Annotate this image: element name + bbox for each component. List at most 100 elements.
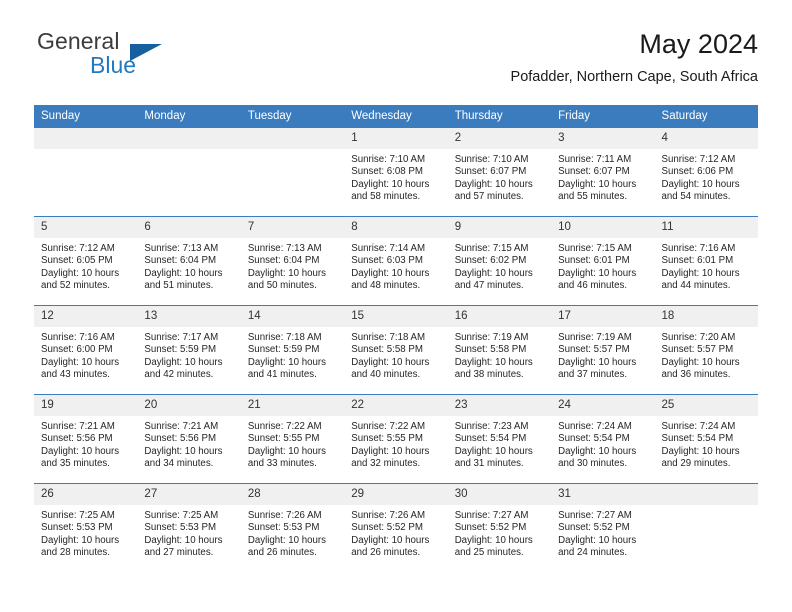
sunset-text: Sunset: 5:52 PM: [351, 522, 423, 534]
sunrise-text: Sunrise: 7:14 AM: [351, 243, 426, 254]
day-number: 25: [654, 395, 758, 416]
sunset-text: Sunset: 6:04 PM: [144, 255, 217, 267]
calendar-day-cell[interactable]: 24 Sunrise: 7:24 AM Sunset: 5:54 PM Dayligh…: [551, 394, 655, 484]
sunset-text: Sunset: 6:01 PM: [661, 255, 734, 267]
calendar-day-cell[interactable]: 16 Sunrise: 7:19 AM Sunset: 5:58 PM Dayligh…: [447, 305, 552, 395]
calendar-day-cell[interactable]: 30 Sunrise: 7:27 AM Sunset: 5:52 PM Dayligh…: [447, 483, 552, 572]
weekday-header-row: Sunday Monday Tuesday Wednesday Thursday…: [34, 105, 758, 128]
calendar-day-cell[interactable]: 5 Sunrise: 7:12 AM Sunset: 6:05 PM Daylight…: [34, 216, 138, 306]
sunrise-text: Sunrise: 7:24 AM: [558, 421, 632, 432]
day-details: Sunrise: 7:24 AM Sunset: 5:54 PM Daylight:…: [551, 416, 654, 471]
weekday-header-wednesday: Wednesday: [344, 105, 448, 128]
sunset-text: Sunset: 5:53 PM: [41, 522, 113, 534]
calendar-day-cell[interactable]: 12 Sunrise: 7:16 AM Sunset: 6:00 PM Dayligh…: [34, 305, 138, 395]
calendar-day-cell[interactable]: 26 Sunrise: 7:25 AM Sunset: 5:53 PM Dayligh…: [34, 483, 138, 572]
sunrise-text: Sunrise: 7:20 AM: [661, 332, 736, 343]
sunset-text: Sunset: 5:57 PM: [661, 344, 734, 356]
daylight-text-line1: Daylight: 10 hours: [558, 356, 637, 368]
calendar-day-cell[interactable]: 17 Sunrise: 7:19 AM Sunset: 5:57 PM Dayligh…: [551, 305, 655, 395]
sunset-text: Sunset: 5:56 PM: [41, 433, 113, 445]
day-details: Sunrise: 7:23 AM Sunset: 5:54 PM Daylight:…: [448, 416, 551, 471]
day-details: Sunrise: 7:22 AM Sunset: 5:55 PM Daylight:…: [344, 416, 447, 471]
sunset-text: Sunset: 6:01 PM: [558, 255, 630, 267]
weekday-header-tuesday: Tuesday: [240, 105, 345, 128]
sunrise-text: Sunrise: 7:12 AM: [41, 243, 115, 254]
sunset-text: Sunset: 5:59 PM: [144, 344, 217, 356]
calendar-day-cell[interactable]: 28 Sunrise: 7:26 AM Sunset: 5:53 PM Dayligh…: [240, 483, 345, 572]
sunrise-text: Sunrise: 7:25 AM: [144, 510, 219, 521]
calendar-day-cell-empty: [240, 127, 345, 217]
daylight-text-line1: Daylight: 10 hours: [454, 445, 533, 457]
calendar-day-cell[interactable]: 3 Sunrise: 7:11 AM Sunset: 6:07 PM Daylight…: [551, 127, 655, 217]
calendar-day-cell[interactable]: 10 Sunrise: 7:15 AM Sunset: 6:01 PM Dayligh…: [551, 216, 655, 306]
calendar-day-cell[interactable]: 18 Sunrise: 7:20 AM Sunset: 5:57 PM Dayligh…: [654, 305, 758, 395]
page-header: General Blue May 2024 Pofadder, Northern…: [34, 28, 758, 98]
calendar-week-row: 19 Sunrise: 7:21 AM Sunset: 5:56 PM Dayligh…: [34, 394, 758, 484]
calendar-day-cell[interactable]: 7 Sunrise: 7:13 AM Sunset: 6:04 PM Daylight…: [240, 216, 345, 306]
calendar-day-cell[interactable]: 11 Sunrise: 7:16 AM Sunset: 6:01 PM Dayligh…: [654, 216, 758, 306]
sunrise-text: Sunrise: 7:23 AM: [454, 421, 529, 432]
sunrise-text: Sunrise: 7:15 AM: [454, 243, 529, 254]
daylight-text-line2: and 52 minutes.: [41, 280, 110, 292]
sunrise-text: Sunrise: 7:11 AM: [558, 154, 632, 165]
daylight-text-line1: Daylight: 10 hours: [41, 445, 120, 457]
sunrise-text: Sunrise: 7:16 AM: [661, 243, 736, 254]
calendar-day-cell[interactable]: 23 Sunrise: 7:23 AM Sunset: 5:54 PM Dayligh…: [447, 394, 552, 484]
day-details: Sunrise: 7:20 AM Sunset: 5:57 PM Daylight:…: [655, 327, 758, 382]
day-number: 10: [551, 217, 655, 238]
daylight-text-line1: Daylight: 10 hours: [144, 267, 223, 279]
calendar-week-row: 26 Sunrise: 7:25 AM Sunset: 5:53 PM Dayligh…: [34, 483, 758, 572]
calendar-day-cell[interactable]: 2 Sunrise: 7:10 AM Sunset: 6:07 PM Daylight…: [447, 127, 552, 217]
calendar-day-cell[interactable]: 20 Sunrise: 7:21 AM Sunset: 5:56 PM Dayligh…: [137, 394, 241, 484]
calendar-table: Sunday Monday Tuesday Wednesday Thursday…: [34, 105, 758, 572]
calendar-day-cell[interactable]: 15 Sunrise: 7:18 AM Sunset: 5:58 PM Dayligh…: [344, 305, 448, 395]
day-number: 4: [654, 128, 758, 149]
general-blue-logo[interactable]: General Blue: [34, 28, 234, 90]
calendar-body: 1 Sunrise: 7:10 AM Sunset: 6:08 PM Daylight…: [34, 127, 758, 572]
calendar-day-cell[interactable]: 19 Sunrise: 7:21 AM Sunset: 5:56 PM Dayligh…: [34, 394, 138, 484]
daylight-text-line2: and 47 minutes.: [454, 280, 524, 292]
weekday-header-friday: Friday: [551, 105, 655, 128]
day-number: 31: [551, 484, 655, 505]
calendar-day-cell[interactable]: 31 Sunrise: 7:27 AM Sunset: 5:52 PM Dayligh…: [551, 483, 655, 572]
day-number: 1: [344, 128, 448, 149]
day-number: 17: [551, 306, 655, 327]
daylight-text-line2: and 44 minutes.: [661, 280, 731, 292]
calendar-day-cell[interactable]: 8 Sunrise: 7:14 AM Sunset: 6:03 PM Daylight…: [344, 216, 448, 306]
day-number: [654, 484, 758, 505]
daylight-text-line1: Daylight: 10 hours: [661, 178, 740, 190]
sunrise-text: Sunrise: 7:10 AM: [454, 154, 529, 165]
sunrise-text: Sunrise: 7:19 AM: [558, 332, 632, 343]
sunrise-text: Sunrise: 7:16 AM: [41, 332, 115, 343]
calendar-day-cell[interactable]: 13 Sunrise: 7:17 AM Sunset: 5:59 PM Dayligh…: [137, 305, 241, 395]
calendar-day-cell[interactable]: 14 Sunrise: 7:18 AM Sunset: 5:59 PM Dayligh…: [240, 305, 345, 395]
daylight-text-line1: Daylight: 10 hours: [144, 534, 223, 546]
weekday-header-sunday: Sunday: [34, 105, 138, 128]
day-details: Sunrise: 7:10 AM Sunset: 6:08 PM Daylight:…: [344, 149, 447, 204]
day-details: Sunrise: 7:27 AM Sunset: 5:52 PM Daylight:…: [551, 505, 654, 560]
calendar-day-cell[interactable]: 21 Sunrise: 7:22 AM Sunset: 5:55 PM Dayligh…: [240, 394, 345, 484]
calendar-week-row: 1 Sunrise: 7:10 AM Sunset: 6:08 PM Daylight…: [34, 127, 758, 217]
day-number: 12: [34, 306, 138, 327]
day-number: 22: [344, 395, 448, 416]
sunrise-text: Sunrise: 7:19 AM: [454, 332, 529, 343]
day-number: 16: [447, 306, 552, 327]
calendar-day-cell[interactable]: 4 Sunrise: 7:12 AM Sunset: 6:06 PM Daylight…: [654, 127, 758, 217]
sunset-text: Sunset: 6:05 PM: [41, 255, 113, 267]
daylight-text-line1: Daylight: 10 hours: [41, 356, 120, 368]
day-details: Sunrise: 7:13 AM Sunset: 6:04 PM Daylight:…: [137, 238, 240, 293]
calendar-day-cell[interactable]: 27 Sunrise: 7:25 AM Sunset: 5:53 PM Dayligh…: [137, 483, 241, 572]
calendar-day-cell[interactable]: 9 Sunrise: 7:15 AM Sunset: 6:02 PM Daylight…: [447, 216, 552, 306]
calendar-day-cell[interactable]: 1 Sunrise: 7:10 AM Sunset: 6:08 PM Daylight…: [344, 127, 448, 217]
sunrise-text: Sunrise: 7:22 AM: [351, 421, 426, 432]
calendar-day-cell[interactable]: 6 Sunrise: 7:13 AM Sunset: 6:04 PM Daylight…: [137, 216, 241, 306]
sunset-text: Sunset: 6:00 PM: [41, 344, 113, 356]
day-details: Sunrise: 7:12 AM Sunset: 6:05 PM Daylight:…: [34, 238, 137, 293]
calendar-day-cell[interactable]: 25 Sunrise: 7:24 AM Sunset: 5:54 PM Dayligh…: [654, 394, 758, 484]
sunset-text: Sunset: 5:55 PM: [247, 433, 320, 445]
calendar-day-cell[interactable]: 29 Sunrise: 7:26 AM Sunset: 5:52 PM Dayligh…: [344, 483, 448, 572]
sunrise-text: Sunrise: 7:22 AM: [247, 421, 322, 432]
sunset-text: Sunset: 6:08 PM: [351, 166, 423, 178]
daylight-text-line2: and 50 minutes.: [247, 280, 317, 292]
calendar-day-cell[interactable]: 22 Sunrise: 7:22 AM Sunset: 5:55 PM Dayligh…: [344, 394, 448, 484]
